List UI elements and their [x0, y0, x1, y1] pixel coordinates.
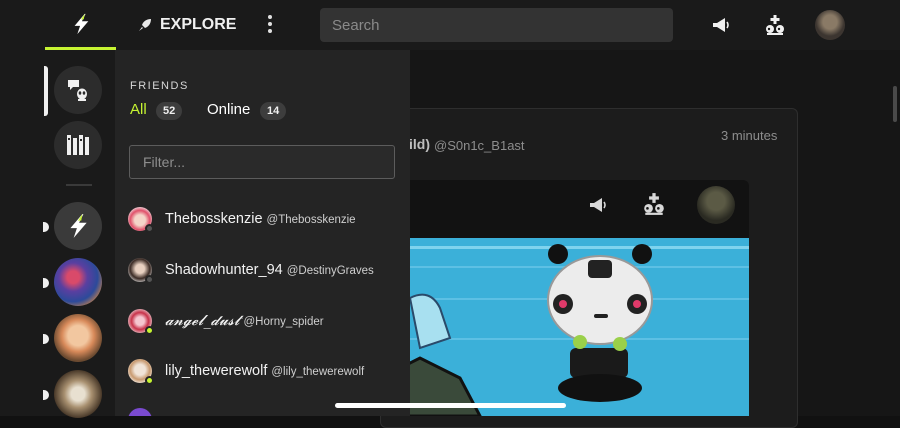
embed-avatar[interactable]	[697, 186, 735, 224]
friend-name: 𝓪𝓷𝓰𝓮𝓵_𝓭𝓾𝓼𝓽	[165, 313, 240, 329]
rail-divider	[66, 184, 92, 186]
friend-row[interactable]: lily_thewerewolf @lily_thewerewolf	[115, 347, 410, 397]
chat-alien-icon	[68, 80, 87, 101]
rail-server-thumbnail[interactable]	[54, 370, 102, 418]
friend-avatar	[128, 408, 152, 416]
friend-name-line: Shadowhunter_94 @DestinyGraves	[165, 262, 374, 278]
bolt-logo-icon	[74, 13, 88, 34]
friends-icon	[766, 15, 784, 35]
explore-button[interactable]: EXPLORE	[138, 0, 236, 50]
library-icon	[67, 135, 89, 155]
friend-row[interactable]: Shadowhunter_94 @DestinyGraves	[115, 246, 410, 296]
game-preview-image[interactable]	[380, 238, 749, 416]
embed-friends-button[interactable]	[641, 191, 667, 217]
embed-announcements-button[interactable]	[585, 192, 611, 218]
friend-handle: @DestinyGraves	[286, 265, 374, 277]
friends-heading: FRIENDS	[130, 80, 189, 92]
tab-online-friends[interactable]: Online	[207, 101, 250, 118]
tab-all-friends[interactable]: All	[130, 101, 147, 118]
friend-name: Shadowhunter_94	[165, 262, 283, 278]
friends-button[interactable]	[762, 12, 788, 38]
search-input[interactable]	[320, 8, 673, 42]
post-author-handle[interactable]: @S0n1c_B1ast	[434, 138, 525, 153]
offline-status-dot	[145, 224, 154, 233]
friends-filter-input[interactable]	[129, 145, 395, 179]
home-indicator[interactable]	[335, 403, 566, 408]
friend-name: Thebosskenzie	[165, 211, 263, 227]
megaphone-icon	[713, 18, 729, 32]
friend-name-line: 𝓪𝓷𝓰𝓮𝓵_𝓭𝓾𝓼𝓽 @Horny_spider	[165, 313, 324, 329]
count-all-badge: 52	[156, 102, 183, 120]
friend-handle: @lily_thewerewolf	[271, 366, 365, 378]
home-tab[interactable]	[45, 0, 116, 50]
rail-server-bolt[interactable]	[54, 202, 102, 250]
post-timestamp: 3 minutes	[721, 128, 778, 143]
more-vertical-icon	[268, 15, 272, 19]
friend-handle: @Horny_spider	[243, 316, 324, 328]
feed-scrollbar[interactable]	[893, 86, 897, 122]
more-dot	[268, 22, 272, 26]
explore-label: EXPLORE	[160, 16, 237, 33]
friend-name-line: lily_thewerewolf @lily_thewerewolf	[165, 363, 364, 379]
embed-header	[380, 180, 749, 238]
friend-handle: @Thebosskenzie	[266, 214, 356, 226]
rail-library-button[interactable]	[54, 121, 102, 169]
rocket-icon	[139, 19, 151, 31]
count-online-badge: 14	[260, 102, 287, 120]
rail-server-thumbnail[interactable]	[54, 314, 102, 362]
friend-name: lily_thewerewolf	[165, 363, 268, 379]
rail-server-thumbnail[interactable]	[54, 258, 102, 306]
friends-icon	[644, 193, 664, 215]
announcements-button[interactable]	[708, 12, 734, 38]
online-status-dot	[145, 326, 154, 335]
rail-direct-messages-button[interactable]	[54, 66, 102, 114]
online-status-dot	[145, 376, 154, 385]
rail-active-indicator	[44, 66, 48, 116]
friend-row[interactable]: Thebosskenzie @Thebosskenzie	[115, 195, 410, 245]
game-scene-image	[380, 238, 749, 416]
post-title: ild)	[409, 136, 430, 152]
bolt-logo-icon	[70, 214, 87, 238]
friend-row[interactable]: 𝓪𝓷𝓰𝓮𝓵_𝓭𝓾𝓼𝓽 @Horny_spider	[115, 297, 410, 347]
offline-status-dot	[145, 275, 154, 284]
profile-avatar[interactable]	[815, 10, 845, 40]
megaphone-icon	[590, 198, 606, 212]
more-dot	[268, 29, 272, 33]
top-bar: EXPLORE	[0, 0, 900, 50]
more-menu-button[interactable]	[262, 12, 278, 36]
friend-name-line: Thebosskenzie @Thebosskenzie	[165, 211, 356, 227]
